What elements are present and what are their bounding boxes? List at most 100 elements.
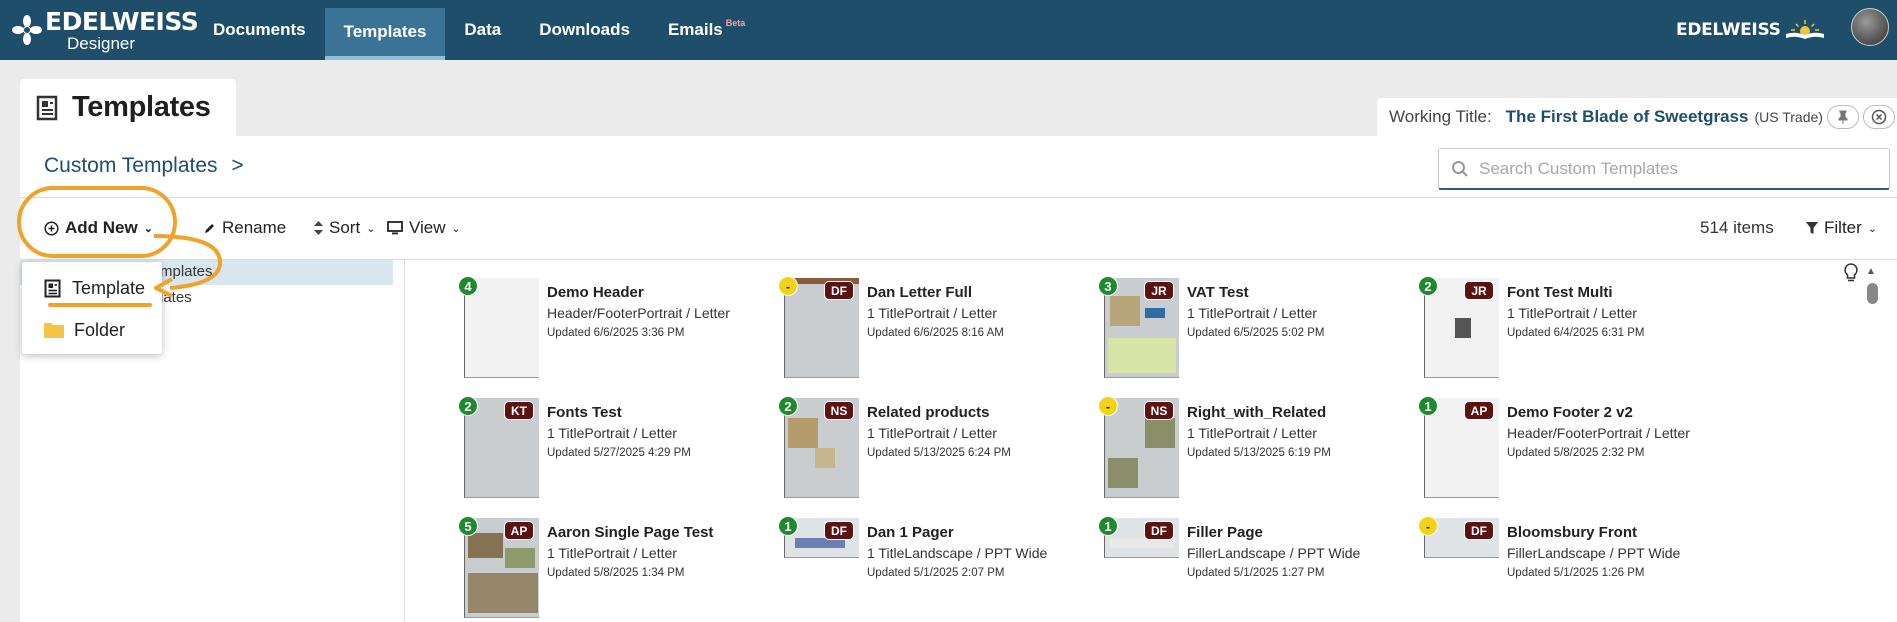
thumbnail-graphic (1108, 458, 1138, 488)
owner-initials-badge: DF (824, 281, 854, 300)
view-button[interactable]: View ⌄ (387, 198, 461, 258)
template-name[interactable]: Demo Header (547, 284, 644, 301)
pin-icon (1838, 110, 1848, 124)
template-name[interactable]: Font Test Multi (1507, 284, 1613, 301)
sidebar-divider (404, 260, 405, 622)
nav-emails[interactable]: Emails Beta (649, 0, 764, 60)
usage-count-badge: 1 (1418, 396, 1438, 416)
edelweiss-designer-logo[interactable]: EDELWEISS Designer (12, 6, 199, 53)
template-updated: Updated 5/8/2025 2:32 PM (1507, 447, 1645, 459)
template-card[interactable]: - DF Dan Letter Full 1 TitlePortrait / Lett… (770, 276, 1070, 383)
usage-count-badge: 4 (458, 276, 478, 296)
filter-label: Filter (1824, 218, 1862, 237)
owner-initials-badge: AP (504, 521, 534, 540)
template-name[interactable]: VAT Test (1187, 284, 1249, 301)
template-card[interactable]: 1 DF Dan 1 Pager 1 TitleLandscape / PPT Wid… (770, 516, 1070, 622)
chevron-down-icon: ⌄ (366, 222, 376, 235)
template-name[interactable]: Fonts Test (547, 404, 622, 421)
sort-label: Sort (329, 218, 361, 237)
template-type-info: Header/FooterPortrait / Letter Updated 6/… (547, 304, 737, 343)
thumbnail-graphic (1110, 296, 1140, 326)
nav-downloads[interactable]: Downloads (520, 0, 649, 60)
template-type: 1 TitlePortrait / Letter (547, 425, 677, 441)
template-updated: Updated 6/4/2025 6:31 PM (1507, 327, 1645, 339)
template-type: 1 TitlePortrait / Letter (1187, 305, 1317, 321)
template-name[interactable]: Bloomsbury Front (1507, 524, 1637, 541)
template-card[interactable]: - DF Bloomsbury Front FillerLandscape / PPT… (1410, 516, 1710, 622)
sort-button[interactable]: Sort ⌄ (314, 198, 375, 258)
owner-initials-badge: NS (824, 401, 854, 420)
menu-item-template-label: Template (72, 277, 146, 298)
usage-count-badge: 5 (458, 516, 478, 536)
view-label: View (409, 218, 446, 237)
template-thumbnail[interactable] (464, 278, 539, 378)
template-type-info: 1 TitlePortrait / Letter Updated 6/4/2025… (1507, 304, 1697, 343)
thumbnail-graphic (1145, 308, 1165, 318)
nav-data[interactable]: Data (445, 0, 520, 60)
template-card[interactable]: 5 AP Aaron Single Page Test 1 TitlePortrait… (450, 516, 750, 622)
usage-count-badge: 1 (778, 516, 798, 536)
template-card[interactable]: 2 JR Font Test Multi 1 TitlePortrait / Lett… (1410, 276, 1710, 383)
template-type: 1 TitlePortrait / Letter (547, 545, 677, 561)
page-title-tab: Templates (20, 79, 236, 136)
owner-initials-badge: NS (1144, 401, 1174, 420)
nav-downloads-label: Downloads (539, 20, 630, 39)
logo-text: EDELWEISS (45, 6, 199, 36)
owner-initials-badge: JR (1144, 281, 1174, 300)
breadcrumb: Custom Templates > (44, 154, 244, 178)
template-card[interactable]: 4 Demo Header Header/FooterPortrait / Lett… (450, 276, 750, 383)
folder-icon (44, 323, 64, 338)
nav-documents-label: Documents (213, 20, 306, 39)
template-card[interactable]: 2 NS Related products 1 TitlePortrait / Let… (770, 396, 1070, 503)
highlight-underline (48, 303, 152, 307)
logo-subtitle: Designer (67, 33, 136, 53)
template-name[interactable]: Filler Page (1187, 524, 1263, 541)
thumbnail-graphic (1455, 318, 1471, 338)
scroll-up-arrow-icon[interactable]: ▲ (1866, 266, 1876, 277)
breadcrumb-custom-templates[interactable]: Custom Templates (44, 154, 218, 177)
nav-data-label: Data (464, 20, 502, 39)
usage-count-badge: 2 (1418, 276, 1438, 296)
template-name[interactable]: Dan Letter Full (867, 284, 972, 301)
menu-item-folder[interactable]: Folder (22, 310, 162, 350)
thumbnail-graphic (815, 448, 835, 468)
usage-count-badge: 2 (458, 396, 478, 416)
thumbnail-graphic (468, 533, 503, 558)
template-type-info: FillerLandscape / PPT Wide Updated 5/1/20… (1187, 544, 1377, 583)
template-type-info: 1 TitlePortrait / Letter Updated 6/6/2025… (867, 304, 1057, 343)
nav-documents[interactable]: Documents (194, 0, 325, 60)
top-navigation-bar: EDELWEISS Designer Documents Templates D… (0, 0, 1897, 60)
owner-initials-badge: DF (1464, 521, 1494, 540)
template-name[interactable]: Right_with_Related (1187, 404, 1326, 421)
lightbulb-icon[interactable] (1844, 263, 1858, 283)
scrollbar-thumb[interactable] (1867, 283, 1878, 304)
thumbnail-graphic (468, 573, 538, 613)
template-card[interactable]: 1 AP Demo Footer 2 v2 Header/FooterPortrait… (1410, 396, 1710, 503)
search-input[interactable] (1479, 158, 1879, 179)
toolbar: Add New ⌄ Rename Sort ⌄ View ⌄ 514 items… (20, 198, 1897, 258)
template-type: 1 TitlePortrait / Letter (867, 425, 997, 441)
template-card[interactable]: - NS Right_with_Related 1 TitlePortrait / L… (1090, 396, 1390, 503)
thumbnail-graphic (1145, 418, 1175, 448)
clear-working-title-button[interactable] (1862, 105, 1895, 129)
template-card[interactable]: 3 JR VAT Test 1 TitlePortrait / Letter Updat… (1090, 276, 1390, 383)
template-type-info: FillerLandscape / PPT Wide Updated 5/1/20… (1507, 544, 1697, 583)
template-card[interactable]: 1 DF Filler Page FillerLandscape / PPT Wide… (1090, 516, 1390, 622)
pin-button[interactable] (1826, 105, 1859, 129)
user-avatar[interactable] (1851, 8, 1889, 46)
template-name[interactable]: Related products (867, 404, 990, 421)
template-card[interactable]: 2 KT Fonts Test 1 TitlePortrait / Letter Upd… (450, 396, 750, 503)
template-name[interactable]: Demo Footer 2 v2 (1507, 404, 1633, 421)
filter-button[interactable]: Filter ⌄ (1806, 198, 1877, 258)
template-updated: Updated 5/13/2025 6:19 PM (1187, 447, 1331, 459)
template-name[interactable]: Dan 1 Pager (867, 524, 954, 541)
items-count: 514 items (1700, 218, 1774, 237)
template-type-info: 1 TitlePortrait / Letter Updated 5/8/2025… (547, 544, 737, 583)
nav-templates-label: Templates (343, 22, 427, 41)
working-title-name[interactable]: The First Blade of Sweetgrass (1506, 107, 1749, 127)
template-type: 1 TitlePortrait / Letter (1507, 305, 1637, 321)
thumbnail-graphic (1108, 338, 1176, 373)
nav-templates[interactable]: Templates (324, 8, 446, 60)
working-title-label: Working Title: (1389, 107, 1492, 126)
template-name[interactable]: Aaron Single Page Test (547, 524, 713, 541)
